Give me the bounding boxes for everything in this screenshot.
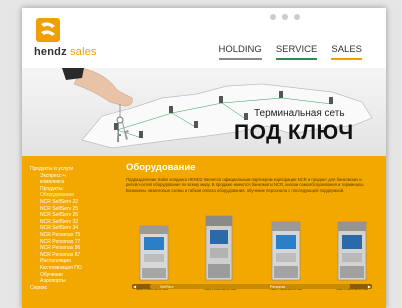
sidebar-item-ncr-p77[interactable]: NCR Personas 77 — [30, 239, 122, 246]
atm-image-selfserv-32[interactable] — [268, 220, 304, 284]
nav-holding[interactable]: HOLDING — [218, 44, 262, 60]
atm-image-selfserv-34[interactable] — [334, 220, 370, 284]
sidebar-item-complex[interactable]: комплексн — [30, 179, 122, 186]
sitemap-icon[interactable] — [294, 14, 300, 20]
scroll-left-arrow-icon[interactable]: ◀ — [133, 284, 136, 289]
sidebar-item-airports[interactable]: Аэропорты — [30, 278, 122, 285]
sidebar-item-ncr-25[interactable]: NCR SelfServ 25 — [30, 206, 122, 213]
hero-title: Терминальная сеть — [254, 108, 345, 119]
header-icons — [270, 14, 300, 20]
atm-image-selfserv-26[interactable] — [202, 214, 236, 284]
main-content: Оборудование Подразделение Sales холдинг… — [126, 156, 382, 308]
sidebar-item-ncr-32[interactable]: NCR SelfServ 32 — [30, 219, 122, 226]
sidebar-item-equipment[interactable]: Оборудование — [30, 192, 122, 199]
carousel-scrollbar[interactable]: ◀ SelfServ Personas ▶ — [132, 284, 372, 289]
logo-text[interactable]: hendz sales — [34, 46, 97, 58]
scroll-thumb[interactable]: SelfServ Personas — [150, 284, 350, 289]
main-nav: HOLDING SERVICE SALES — [218, 44, 362, 60]
logo-brand: hendz — [34, 46, 67, 58]
sidebar-item-ncr-26[interactable]: NCR SelfServ 26 — [30, 212, 122, 219]
nav-sales[interactable]: SALES — [331, 44, 362, 60]
hero-banner: Терминальная сеть ПОД КЛЮЧ — [22, 68, 386, 156]
sidebar-item-training[interactable]: Обучение — [30, 272, 122, 279]
sidebar-item-ncr-p86[interactable]: NCR Personas 86 — [30, 245, 122, 252]
sidebar-menu: Продукты и услуги Экспресс-ч комплексн П… — [30, 166, 122, 291]
sidebar-item-ncr-22[interactable]: NCR SelfServ 22 — [30, 199, 122, 206]
sidebar-item-products-services[interactable]: Продукты и услуги — [30, 166, 122, 173]
scroll-label-personas: Personas — [270, 284, 286, 289]
logo-icon[interactable] — [36, 18, 60, 42]
page-title: Оборудование — [126, 162, 196, 173]
sidebar-item-service[interactable]: Сервис — [30, 285, 122, 292]
mail-icon[interactable] — [282, 14, 288, 20]
sidebar-item-ncr-p87[interactable]: NCR Personas 87 — [30, 252, 122, 259]
nav-service[interactable]: SERVICE — [275, 44, 318, 60]
intro-text: Подразделение Sales холдинга HENDZ являе… — [126, 177, 365, 193]
scroll-right-arrow-icon[interactable]: ▶ — [368, 284, 371, 289]
sidebar-item-ncr-p75[interactable]: NCR Personas 75 — [30, 232, 122, 239]
sidebar-item-express[interactable]: Экспресс-ч — [30, 173, 122, 180]
sidebar-item-installation[interactable]: Инсталляция — [30, 258, 122, 265]
browser-page: hendz sales HOLDING SERVICE SALES Термин… — [22, 8, 386, 308]
sidebar-item-products[interactable]: Продукты — [30, 186, 122, 193]
home-icon[interactable] — [270, 14, 276, 20]
sidebar-item-customization[interactable]: Кастомизация ПО — [30, 265, 122, 272]
content-area: Продукты и услуги Экспресс-ч комплексн П… — [22, 156, 386, 308]
site-header: hendz sales HOLDING SERVICE SALES — [22, 8, 386, 68]
logo-sub: sales — [70, 46, 97, 58]
hero-subtitle: ПОД КЛЮЧ — [234, 121, 354, 144]
sidebar-item-ncr-34[interactable]: NCR SelfServ 34 — [30, 225, 122, 232]
scroll-label-selfserv: SelfServ — [160, 284, 174, 289]
atm-image-selfserv-25[interactable] — [136, 224, 172, 284]
